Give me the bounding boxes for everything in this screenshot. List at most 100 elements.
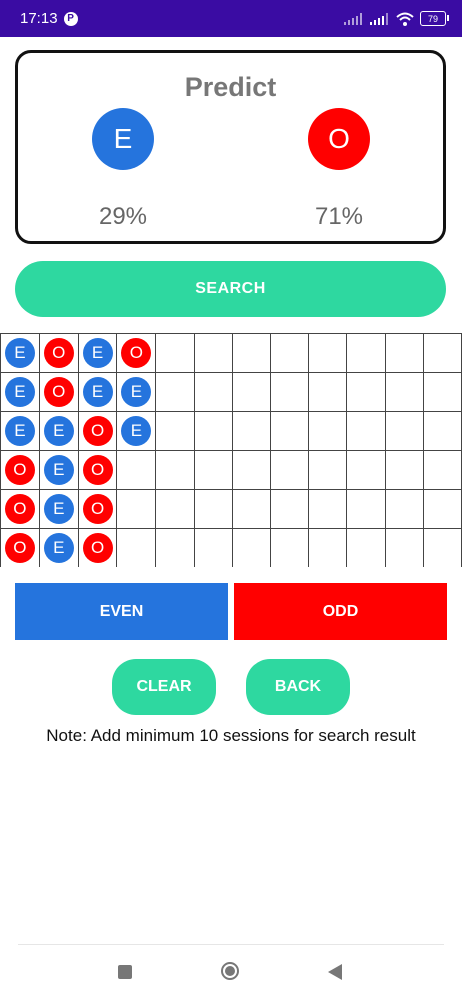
- even-bead: E: [4, 377, 35, 407]
- home-icon[interactable]: [221, 962, 239, 980]
- odd-button[interactable]: ODD: [234, 583, 447, 640]
- even-bead: E: [4, 416, 35, 446]
- back-button[interactable]: BACK: [246, 659, 350, 715]
- odd-bead: O: [43, 338, 74, 368]
- grid-cell: [193, 528, 233, 567]
- grid-cell: [193, 372, 233, 412]
- note-text: Note: Add minimum 10 sessions for search…: [46, 726, 416, 745]
- grid-cell: [155, 489, 195, 529]
- grid-cell: E: [38, 450, 79, 490]
- odd-bead: O: [4, 533, 35, 563]
- battery-icon: 79: [420, 11, 449, 26]
- grid-cell: [346, 528, 386, 567]
- grid-cell: [155, 411, 195, 451]
- grid-cell: O: [38, 333, 79, 373]
- grid-cell: [231, 528, 271, 567]
- status-time: 17:13: [20, 10, 58, 27]
- even-bead: E: [121, 416, 152, 446]
- grid-cell: [269, 411, 310, 451]
- grid-cell: E: [38, 528, 79, 567]
- grid-cell: [231, 489, 271, 529]
- grid-cell: [193, 411, 233, 451]
- even-bead: E: [82, 377, 113, 407]
- grid-cell: E: [38, 489, 79, 529]
- grid-cell: [116, 528, 157, 567]
- grid-cell: E: [77, 333, 118, 373]
- even-bead: E: [43, 533, 74, 563]
- even-button[interactable]: EVEN: [15, 583, 228, 640]
- results-table: EOEOEOEEEEOEOEOOEOOEO: [0, 333, 462, 567]
- grid-cell: [422, 411, 462, 451]
- even-bead: E: [43, 494, 74, 524]
- even-bead: E: [82, 338, 113, 368]
- grid-row: EEOE: [0, 411, 462, 451]
- odd-bead: O: [82, 533, 113, 563]
- odd-bead: O: [4, 494, 35, 524]
- grid-cell: [346, 333, 386, 373]
- grid-row: OEO: [0, 528, 462, 567]
- grid-cell: O: [77, 489, 118, 529]
- grid-row: OEO: [0, 450, 462, 490]
- grid-cell: [116, 450, 157, 490]
- odd-percentage: 71%: [314, 203, 364, 230]
- grid-cell: [155, 372, 195, 412]
- grid-cell: [422, 333, 462, 373]
- grid-cell: [346, 489, 386, 529]
- grid-cell: [269, 372, 310, 412]
- grid-cell: [231, 411, 271, 451]
- even-prediction-circle: E: [92, 108, 154, 170]
- grid-cell: [231, 450, 271, 490]
- grid-cell: O: [0, 450, 40, 490]
- even-bead: E: [4, 338, 35, 368]
- search-button[interactable]: SEARCH: [15, 261, 446, 317]
- grid-cell: E: [116, 411, 157, 451]
- home-icon-inner: [225, 966, 235, 976]
- grid-cell: [269, 450, 310, 490]
- odd-bead: O: [43, 377, 74, 407]
- grid-cell: O: [116, 333, 157, 373]
- results-grid: EOEOEOEEEEOEOEOOEOOEO: [0, 333, 462, 567]
- grid-cell: [346, 411, 386, 451]
- even-bead: E: [43, 416, 74, 446]
- clear-button[interactable]: CLEAR: [112, 659, 216, 715]
- grid-cell: O: [77, 450, 118, 490]
- predict-card: Predict E O 29% 71%: [15, 50, 446, 244]
- grid-cell: [155, 333, 195, 373]
- grid-cell: [308, 372, 348, 412]
- grid-cell: E: [116, 372, 157, 412]
- grid-cell: [308, 489, 348, 529]
- predict-title: Predict: [184, 72, 277, 102]
- grid-cell: E: [0, 411, 40, 451]
- grid-cell: [384, 489, 424, 529]
- grid-cell: [269, 528, 310, 567]
- grid-cell: O: [77, 528, 118, 567]
- grid-cell: [155, 528, 195, 567]
- grid-cell: [308, 333, 348, 373]
- grid-cell: [193, 489, 233, 529]
- grid-cell: [269, 489, 310, 529]
- grid-cell: [116, 489, 157, 529]
- grid-cell: [308, 450, 348, 490]
- odd-prediction-circle: O: [308, 108, 370, 170]
- even-bead: E: [121, 377, 152, 407]
- grid-cell: [269, 333, 310, 373]
- grid-cell: [422, 528, 462, 567]
- grid-cell: [422, 372, 462, 412]
- odd-bead: O: [82, 494, 113, 524]
- grid-cell: O: [0, 528, 40, 567]
- grid-cell: [346, 372, 386, 412]
- back-nav-icon[interactable]: [328, 964, 342, 980]
- odd-bead: O: [82, 416, 113, 446]
- grid-cell: O: [0, 489, 40, 529]
- grid-row: EOEE: [0, 372, 462, 412]
- odd-bead: O: [82, 455, 113, 485]
- grid-cell: [155, 450, 195, 490]
- status-bar: 17:13 P 79: [0, 0, 462, 37]
- grid-cell: [346, 450, 386, 490]
- recent-apps-icon[interactable]: [118, 965, 132, 979]
- grid-cell: [384, 333, 424, 373]
- grid-cell: O: [38, 372, 79, 412]
- navigation-bar: [0, 945, 462, 1000]
- grid-cell: [384, 528, 424, 567]
- grid-cell: E: [38, 411, 79, 451]
